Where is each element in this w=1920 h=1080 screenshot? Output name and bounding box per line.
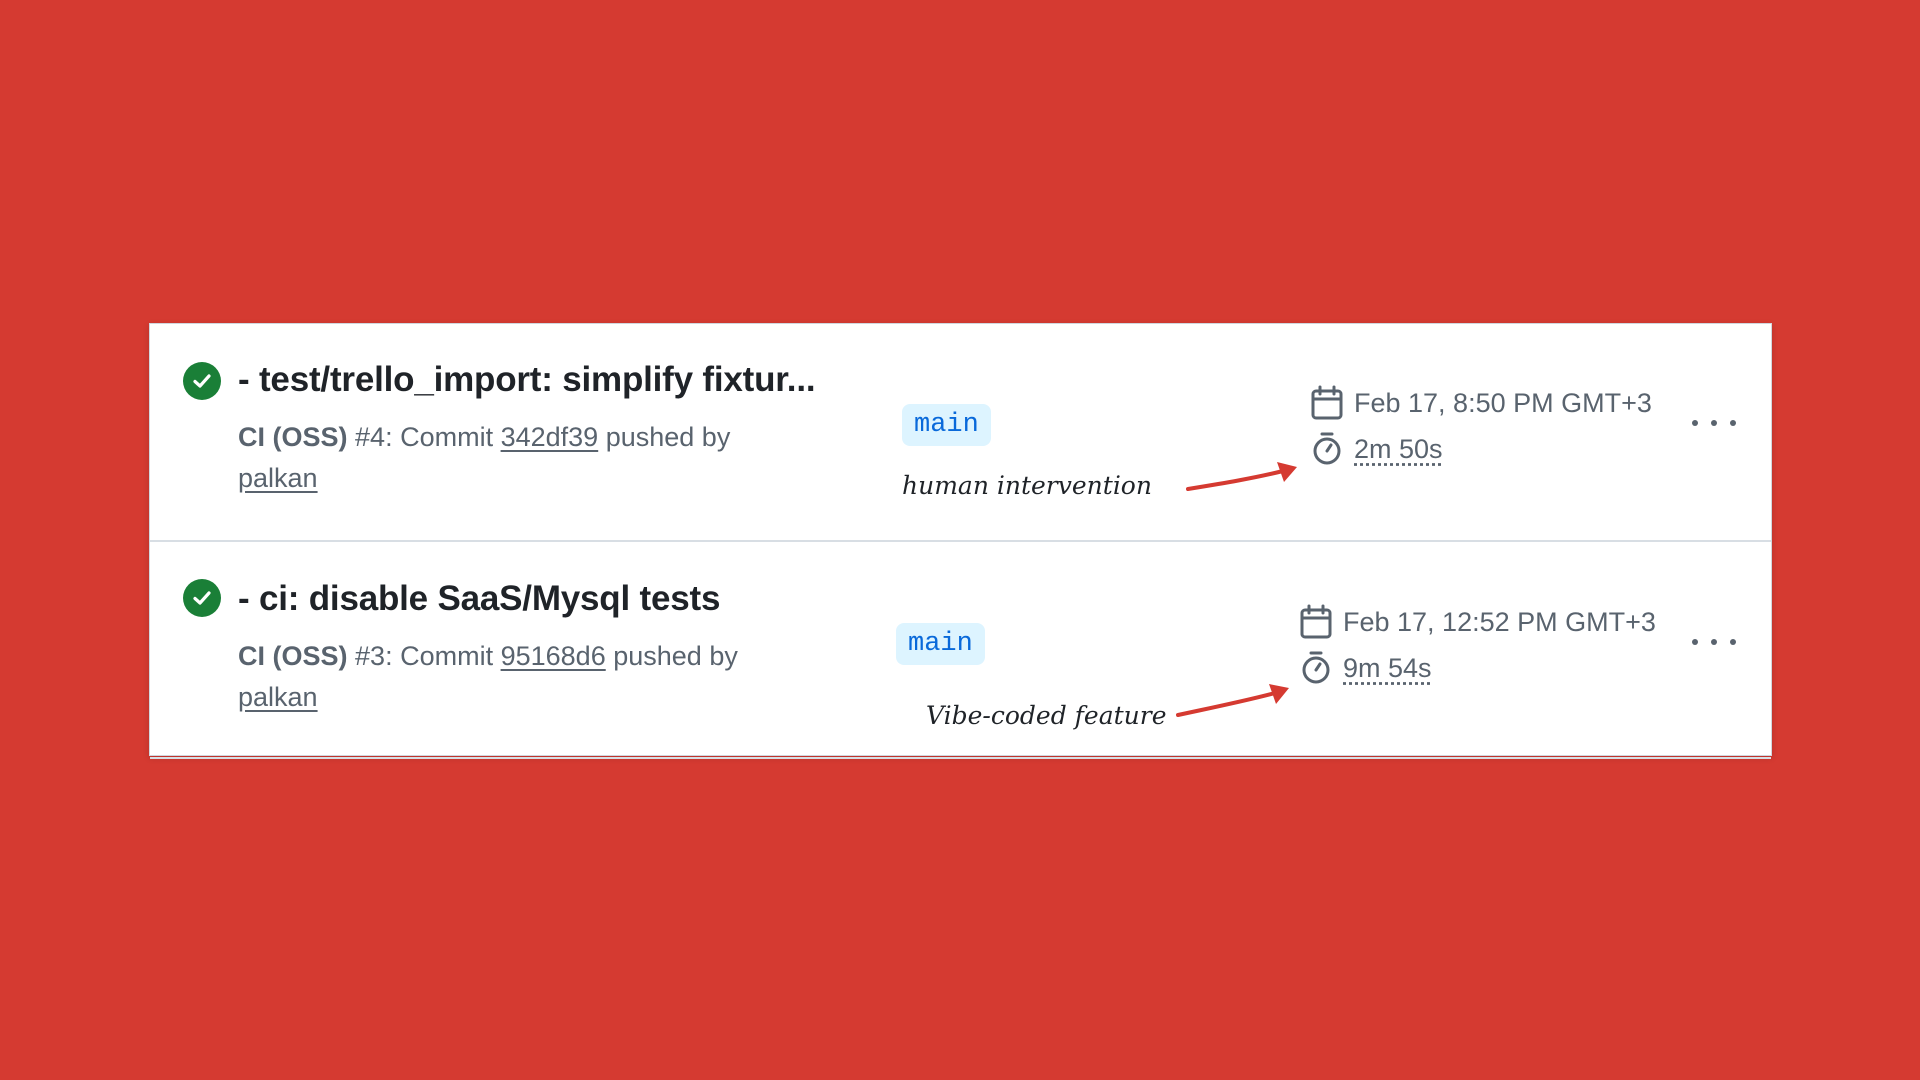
workflow-run-row[interactable]: - test/trello_import: simplify fixtur...… (150, 324, 1771, 542)
author-link[interactable]: palkan (238, 463, 318, 493)
annotation-arrow-icon (1176, 684, 1289, 717)
run-details: Feb 17, 8:50 PM GMT+3 2m 50s (1310, 380, 1652, 472)
run-date: Feb 17, 8:50 PM GMT+3 (1354, 387, 1652, 418)
annotation-note: Vibe-coded feature (926, 701, 1167, 730)
run-duration[interactable]: 2m 50s (1354, 434, 1443, 465)
success-check-icon (183, 579, 221, 617)
dot (1730, 420, 1736, 426)
run-date: Feb 17, 12:52 PM GMT+3 (1343, 606, 1656, 637)
commit-sha-link[interactable]: 95168d6 (501, 641, 606, 671)
workflow-runs-list: - test/trello_import: simplify fixtur...… (149, 323, 1772, 759)
commit-label: : Commit (385, 422, 494, 452)
run-details: Feb 17, 12:52 PM GMT+3 9m 54s (1299, 599, 1656, 691)
pushed-by-label: pushed by (613, 641, 738, 671)
run-duration[interactable]: 9m 54s (1343, 653, 1432, 684)
run-title[interactable]: - ci: disable SaaS/Mysql tests (238, 579, 720, 619)
calendar-icon (1311, 385, 1343, 420)
run-number: #4 (355, 422, 386, 452)
dot (1711, 639, 1717, 645)
pushed-by-label: pushed by (605, 422, 731, 452)
workflow-run-row[interactable]: - ci: disable SaaS/Mysql tests CI (OSS) … (150, 541, 1771, 759)
dot (1730, 639, 1736, 645)
annotation-arrow-icon (1186, 462, 1297, 491)
calendar-icon (1300, 604, 1332, 639)
annotation-note: human intervention (902, 471, 1152, 500)
author-link[interactable]: palkan (238, 682, 318, 712)
more-options-button[interactable] (1692, 408, 1736, 438)
dot (1692, 639, 1698, 645)
run-title[interactable]: - test/trello_import: simplify fixtur... (238, 360, 816, 400)
run-meta: CI (OSS) #4: Commit 342df39 pushed by pa… (238, 417, 798, 499)
stopwatch-icon (1302, 651, 1330, 684)
stopwatch-icon (1313, 432, 1341, 465)
more-options-button[interactable] (1692, 627, 1736, 657)
success-check-icon (183, 362, 221, 400)
workflow-name[interactable]: CI (OSS) (238, 422, 348, 452)
commit-label: : Commit (385, 641, 494, 671)
run-number: #3 (355, 641, 386, 671)
run-meta: CI (OSS) #3: Commit 95168d6 pushed by pa… (238, 636, 798, 718)
dot (1711, 420, 1717, 426)
commit-sha-link[interactable]: 342df39 (501, 422, 599, 452)
branch-badge[interactable]: main (896, 623, 985, 665)
dot (1692, 420, 1698, 426)
workflow-name[interactable]: CI (OSS) (238, 641, 348, 671)
branch-badge[interactable]: main (902, 404, 991, 446)
